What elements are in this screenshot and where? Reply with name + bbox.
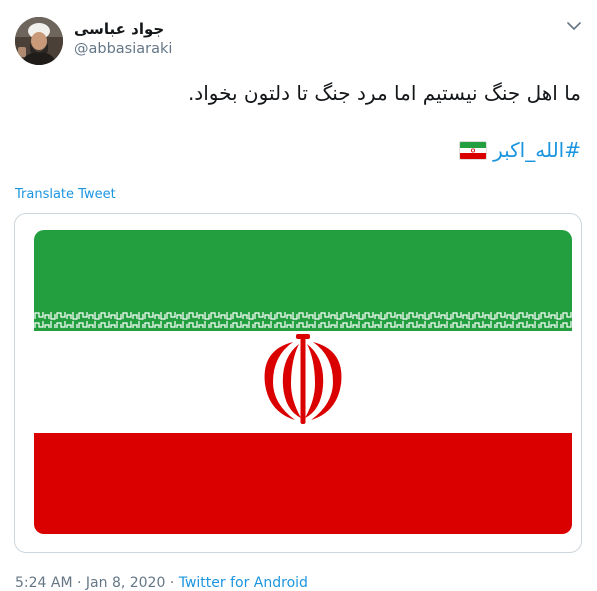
iran-flag-image (34, 230, 572, 534)
tweet-meta: 5:24 AM · Jan 8, 2020 · Twitter for Andr… (15, 575, 308, 591)
iran-flag-emoji-icon (459, 140, 488, 160)
hashtag-line: #الله_اکبر (459, 138, 581, 162)
meta-separator: · (77, 575, 82, 591)
tweet: جواد عباسی @abbasiaraki ما اهل جنگ نیستی… (0, 0, 597, 591)
tweet-date[interactable]: Jan 8, 2020 (86, 575, 165, 591)
translate-tweet-link[interactable]: Translate Tweet (15, 187, 116, 202)
avatar-photo (15, 17, 63, 65)
avatar[interactable] (15, 17, 63, 65)
tweet-source-link[interactable]: Twitter for Android (179, 575, 308, 591)
chevron-down-icon[interactable] (563, 15, 585, 37)
hashtag-link[interactable]: #الله_اکبر (493, 138, 581, 162)
user-handle[interactable]: @abbasiaraki (74, 41, 172, 57)
tweet-time[interactable]: 5:24 AM (15, 575, 73, 591)
media-card[interactable] (14, 213, 582, 553)
meta-separator: · (169, 575, 175, 591)
tweet-text: ما اهل جنگ نیستیم اما مرد جنگ تا دلتون ب… (187, 81, 581, 105)
display-name[interactable]: جواد عباسی (74, 20, 164, 38)
